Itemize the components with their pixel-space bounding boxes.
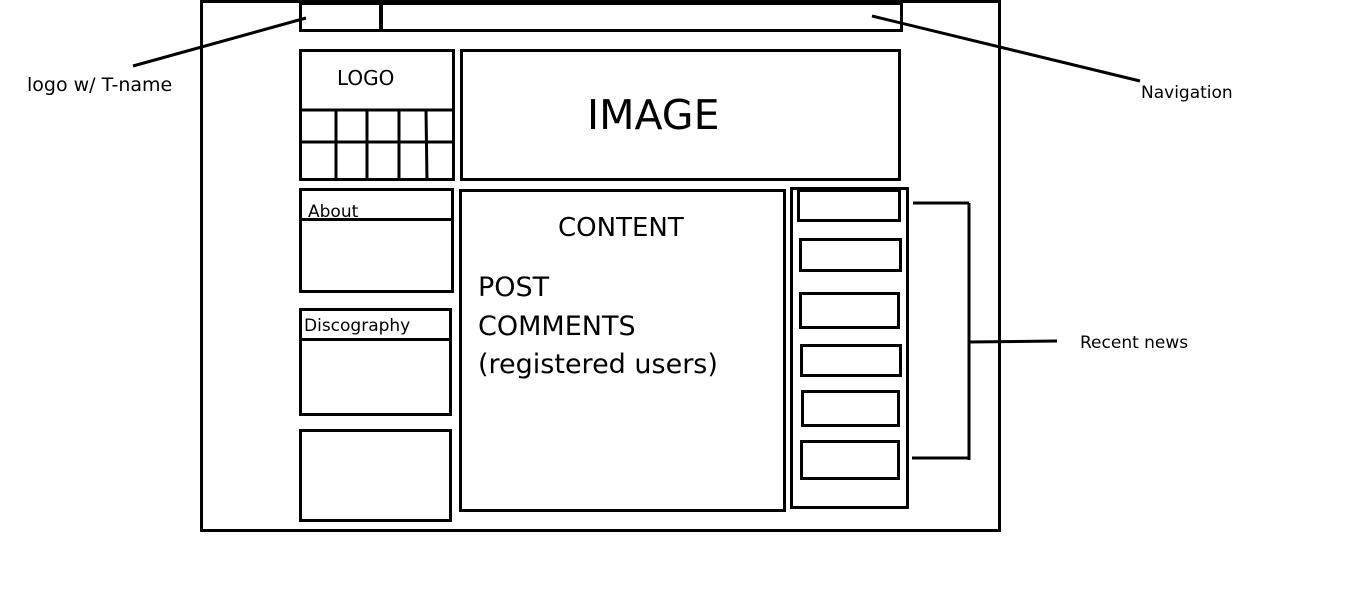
recent-news-bracket xyxy=(912,201,1058,460)
news-item[interactable] xyxy=(799,292,900,329)
news-item[interactable] xyxy=(801,390,900,427)
content-line-post: POST xyxy=(478,272,550,303)
news-item[interactable] xyxy=(800,344,902,377)
about-label: About xyxy=(308,202,359,222)
content-title: CONTENT xyxy=(558,213,684,243)
empty-widget xyxy=(299,429,452,522)
content-line-registered: (registered users) xyxy=(478,349,718,380)
navigation-annotation: Navigation xyxy=(1141,83,1233,103)
news-item[interactable] xyxy=(800,440,900,480)
recent-news-annotation: Recent news xyxy=(1080,333,1189,353)
logo-grid xyxy=(299,108,455,182)
navigation-pointer-line xyxy=(871,14,1141,83)
logo-pointer-line xyxy=(132,16,307,68)
content-line-comments: COMMENTS xyxy=(478,311,636,342)
discography-label: Discography xyxy=(304,316,411,336)
image-label: IMAGE xyxy=(587,91,720,139)
logo-annotation: logo w/ T-name xyxy=(27,74,173,96)
news-item[interactable] xyxy=(797,189,901,222)
news-item[interactable] xyxy=(799,238,902,272)
